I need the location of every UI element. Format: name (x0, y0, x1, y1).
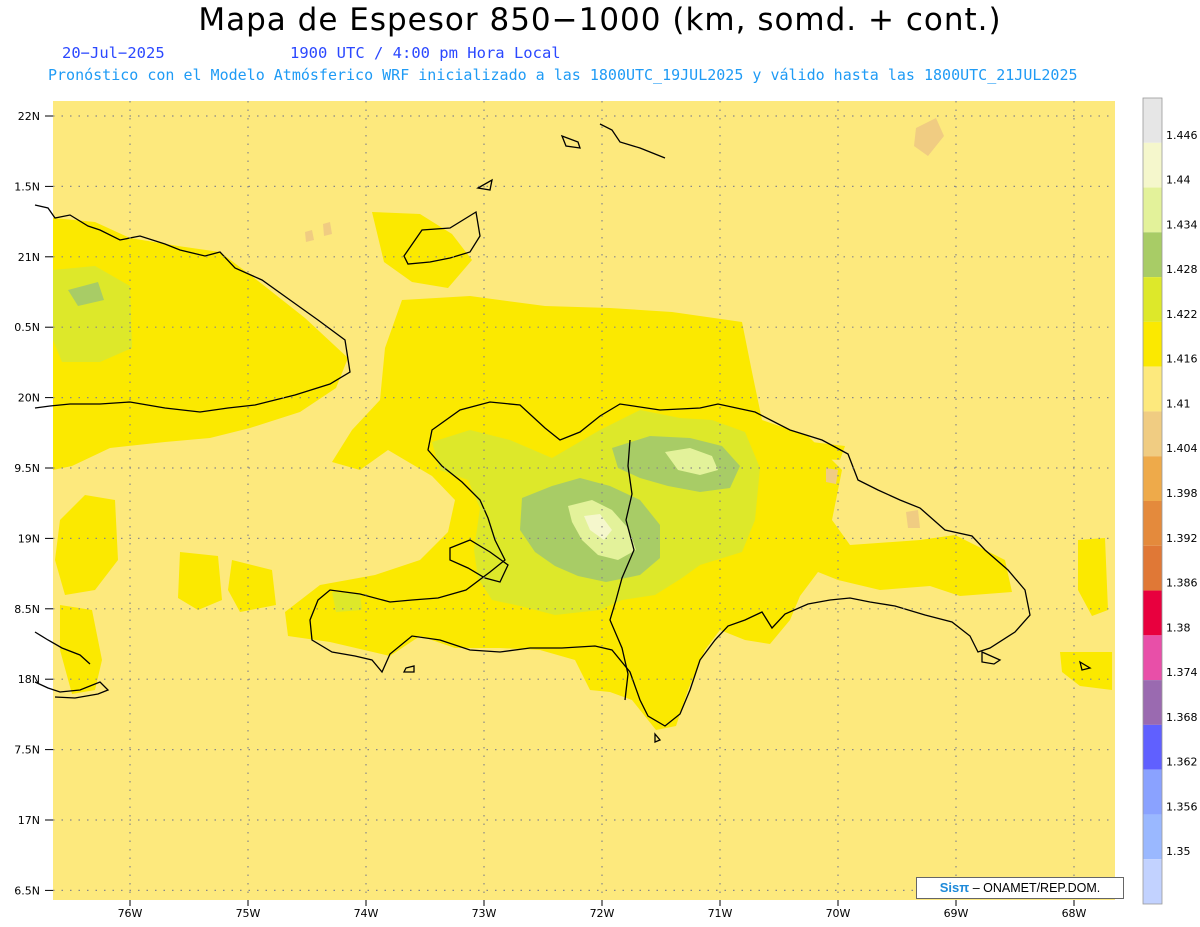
lon-label: 76W (118, 907, 143, 920)
lon-label: 71W (708, 907, 733, 920)
color-legend: 1.446 1.44 1.434 1.428 1.422 1.416 1.41 1.404 1.… (1142, 97, 1198, 905)
longitude-labels: 76W 75W 74W 73W 72W 71W 70W 69W 68W (118, 900, 1087, 920)
lon-label: 68W (1062, 907, 1087, 920)
legend-label: 1.392 (1166, 532, 1198, 545)
legend-label: 1.374 (1166, 666, 1198, 679)
legend-swatch (1143, 590, 1162, 636)
legend-swatch (1143, 277, 1162, 322)
legend-swatch (1143, 98, 1162, 143)
lat-label: 22N (18, 110, 40, 123)
legend-swatch (1143, 814, 1162, 860)
legend-label: 1.35 (1166, 845, 1191, 858)
legend-label: 1.386 (1166, 577, 1198, 590)
lat-label: 17N (18, 814, 40, 827)
legend-label: 1.362 (1166, 756, 1198, 769)
lon-label: 74W (354, 907, 379, 920)
sisp-logo: Sisπ (939, 880, 970, 895)
lat-label: 21N (18, 251, 40, 264)
lat-label: 18N (18, 673, 40, 686)
lon-label: 69W (944, 907, 969, 920)
legend-swatch (1143, 232, 1162, 278)
legend-label: 1.44 (1166, 174, 1191, 187)
legend-label: 1.38 (1166, 621, 1191, 634)
legend-label: 1.356 (1166, 800, 1198, 813)
credit-text: – ONAMET/REP.DOM. (972, 881, 1101, 895)
lon-label: 75W (236, 907, 261, 920)
legend-swatch (1143, 321, 1162, 367)
lat-label: 7.5N (14, 744, 40, 757)
legend-swatch (1143, 724, 1162, 770)
legend-label: 1.398 (1166, 487, 1198, 500)
legend-label: 1.41 (1166, 397, 1191, 410)
legend-swatch (1143, 366, 1162, 412)
lat-label: 0.5N (14, 321, 40, 334)
legend-label: 1.434 (1166, 218, 1198, 231)
thickness-map: 22N 1.5N 21N 0.5N 20N 9.5N 19N 8.5N 18N 7.5N 17N 6.… (14, 97, 1198, 920)
legend-label: 1.422 (1166, 308, 1198, 321)
lat-label: 20N (18, 392, 40, 405)
legend-label: 1.428 (1166, 263, 1198, 276)
lat-label: 9.5N (14, 462, 40, 475)
lon-label: 72W (590, 907, 615, 920)
lat-label: 1.5N (14, 180, 40, 193)
legend-swatch (1143, 501, 1162, 546)
legend-swatch (1143, 411, 1162, 457)
lon-label: 70W (826, 907, 851, 920)
legend-label: 1.446 (1166, 129, 1198, 142)
legend-label: 1.416 (1166, 353, 1198, 366)
legend-swatch (1143, 635, 1162, 681)
legend-swatch (1143, 456, 1162, 501)
legend-label: 1.368 (1166, 711, 1198, 724)
legend-label: 1.404 (1166, 442, 1198, 455)
lon-label: 73W (472, 907, 497, 920)
legend-swatch (1143, 859, 1162, 904)
lat-label: 19N (18, 532, 40, 545)
legend-swatch (1143, 545, 1162, 591)
legend-swatch (1143, 187, 1162, 233)
lat-label: 8.5N (14, 603, 40, 616)
lat-label: 6.5N (14, 884, 40, 897)
legend-swatch (1143, 680, 1162, 725)
legend-swatch (1143, 769, 1162, 815)
latitude-labels: 22N 1.5N 21N 0.5N 20N 9.5N 19N 8.5N 18N 7.5N 17N 6.… (14, 110, 53, 897)
credit-badge: Sisπ – ONAMET/REP.DOM. (916, 877, 1124, 899)
legend-swatch (1143, 142, 1162, 188)
